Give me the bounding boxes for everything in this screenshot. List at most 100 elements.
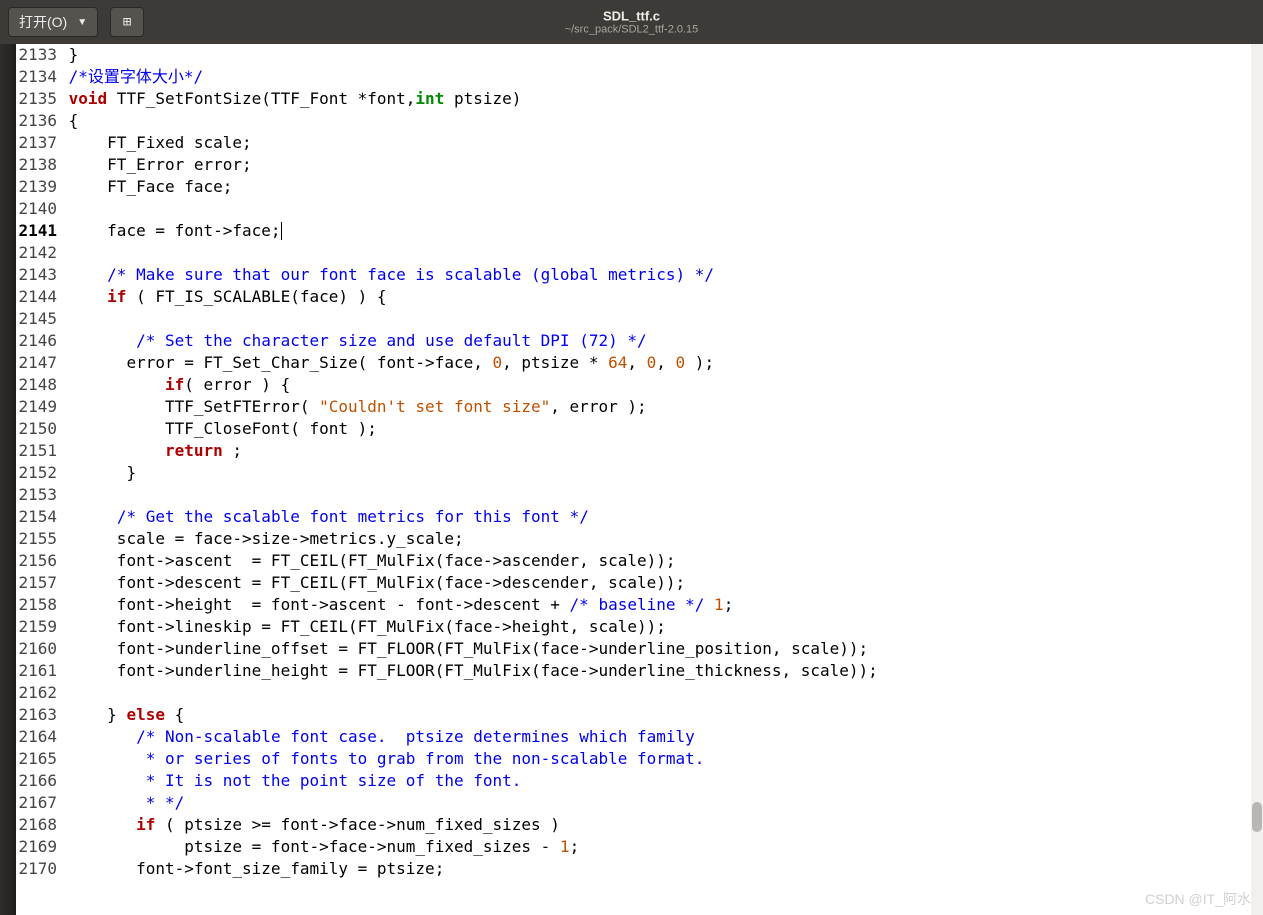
code-line[interactable]: 2161 font->underline_height = FT_FLOOR(F… — [17, 660, 1251, 682]
line-number: 2144 — [17, 286, 59, 308]
code-content: void TTF_SetFontSize(TTF_Font *font,int … — [69, 88, 1251, 110]
code-content: ptsize = font->face->num_fixed_sizes - 1… — [69, 836, 1251, 858]
code-line[interactable]: 2139 FT_Face face; — [17, 176, 1251, 198]
code-line[interactable]: 2154 /* Get the scalable font metrics fo… — [17, 506, 1251, 528]
line-number: 2157 — [17, 572, 59, 594]
code-content: TTF_SetFTError( "Couldn't set font size"… — [69, 396, 1251, 418]
code-content: * It is not the point size of the font. — [69, 770, 1251, 792]
vertical-scrollbar[interactable] — [1251, 44, 1263, 915]
line-number: 2168 — [17, 814, 59, 836]
line-number: 2149 — [17, 396, 59, 418]
line-number: 2152 — [17, 462, 59, 484]
code-line[interactable]: 2133 } — [17, 44, 1251, 66]
open-button[interactable]: 打开(O) ▼ — [8, 7, 98, 37]
code-content: face = font->face; — [69, 220, 1251, 242]
code-line[interactable]: 2141 face = font->face; — [17, 220, 1251, 242]
code-line[interactable]: 2157 font->descent = FT_CEIL(FT_MulFix(f… — [17, 572, 1251, 594]
line-number: 2139 — [17, 176, 59, 198]
code-line[interactable]: 2143 /* Make sure that our font face is … — [17, 264, 1251, 286]
line-number: 2165 — [17, 748, 59, 770]
code-content: } — [69, 462, 1251, 484]
line-number: 2162 — [17, 682, 59, 704]
line-number: 2169 — [17, 836, 59, 858]
code-line[interactable]: 2164 /* Non-scalable font case. ptsize d… — [17, 726, 1251, 748]
code-content: { — [69, 110, 1251, 132]
line-number: 2161 — [17, 660, 59, 682]
code-line[interactable]: 2148 if( error ) { — [17, 374, 1251, 396]
line-number: 2166 — [17, 770, 59, 792]
line-number: 2138 — [17, 154, 59, 176]
code-line[interactable]: 2144 if ( FT_IS_SCALABLE(face) ) { — [17, 286, 1251, 308]
code-line[interactable]: 2168 if ( ptsize >= font->face->num_fixe… — [17, 814, 1251, 836]
code-content: FT_Error error; — [69, 154, 1251, 176]
open-label: 打开(O) — [19, 12, 67, 32]
code-line[interactable]: 2138 FT_Error error; — [17, 154, 1251, 176]
line-number: 2148 — [17, 374, 59, 396]
code-line[interactable]: 2135 void TTF_SetFontSize(TTF_Font *font… — [17, 88, 1251, 110]
code-line[interactable]: 2167 * */ — [17, 792, 1251, 814]
code-line[interactable]: 2163 } else { — [17, 704, 1251, 726]
code-content: font->height = font->ascent - font->desc… — [69, 594, 1251, 616]
code-content: } else { — [69, 704, 1251, 726]
code-line[interactable]: 2166 * It is not the point size of the f… — [17, 770, 1251, 792]
code-line[interactable]: 2137 FT_Fixed scale; — [17, 132, 1251, 154]
code-line[interactable]: 2147 error = FT_Set_Char_Size( font->fac… — [17, 352, 1251, 374]
line-number: 2143 — [17, 264, 59, 286]
line-number: 2146 — [17, 330, 59, 352]
code-line[interactable]: 2152 } — [17, 462, 1251, 484]
code-content: /* Make sure that our font face is scala… — [69, 264, 1251, 286]
watermark: CSDN @IT_阿水 — [1145, 889, 1251, 909]
code-content: error = FT_Set_Char_Size( font->face, 0,… — [69, 352, 1251, 374]
code-content: font->underline_height = FT_FLOOR(FT_Mul… — [69, 660, 1251, 682]
code-line[interactable]: 2149 TTF_SetFTError( "Couldn't set font … — [17, 396, 1251, 418]
code-content: font->lineskip = FT_CEIL(FT_MulFix(face-… — [69, 616, 1251, 638]
code-line[interactable]: 2136 { — [17, 110, 1251, 132]
code-line[interactable]: 2159 font->lineskip = FT_CEIL(FT_MulFix(… — [17, 616, 1251, 638]
line-number: 2155 — [17, 528, 59, 550]
code-line[interactable]: 2140 — [17, 198, 1251, 220]
line-number: 2135 — [17, 88, 59, 110]
line-number: 2136 — [17, 110, 59, 132]
code-line[interactable]: 2145 — [17, 308, 1251, 330]
code-content: * or series of fonts to grab from the no… — [69, 748, 1251, 770]
line-number: 2160 — [17, 638, 59, 660]
code-line[interactable]: 2165 * or series of fonts to grab from t… — [17, 748, 1251, 770]
line-number: 2156 — [17, 550, 59, 572]
filepath-label: ~/src_pack/SDL2_ttf-2.0.15 — [565, 24, 699, 36]
line-number: 2137 — [17, 132, 59, 154]
code-line[interactable]: 2151 return ; — [17, 440, 1251, 462]
code-editor[interactable]: 2133 }2134 /*设置字体大小*/2135 void TTF_SetFo… — [17, 44, 1251, 915]
code-line[interactable]: 2146 /* Set the character size and use d… — [17, 330, 1251, 352]
code-content: /* Get the scalable font metrics for thi… — [69, 506, 1251, 528]
code-line[interactable]: 2170 font->font_size_family = ptsize; — [17, 858, 1251, 880]
line-number: 2134 — [17, 66, 59, 88]
code-content: FT_Face face; — [69, 176, 1251, 198]
line-number: 2167 — [17, 792, 59, 814]
code-content: /* Set the character size and use defaul… — [69, 330, 1251, 352]
code-line[interactable]: 2153 — [17, 484, 1251, 506]
line-number: 2141 — [17, 220, 59, 242]
code-line[interactable]: 2158 font->height = font->ascent - font-… — [17, 594, 1251, 616]
code-line[interactable]: 2150 TTF_CloseFont( font ); — [17, 418, 1251, 440]
line-number: 2140 — [17, 198, 59, 220]
new-tab-button[interactable]: ⊞ — [110, 7, 144, 37]
line-number: 2164 — [17, 726, 59, 748]
code-content: font->underline_offset = FT_FLOOR(FT_Mul… — [69, 638, 1251, 660]
code-line[interactable]: 2169 ptsize = font->face->num_fixed_size… — [17, 836, 1251, 858]
code-line[interactable]: 2162 — [17, 682, 1251, 704]
line-number: 2142 — [17, 242, 59, 264]
code-content: if ( ptsize >= font->face->num_fixed_siz… — [69, 814, 1251, 836]
code-line[interactable]: 2134 /*设置字体大小*/ — [17, 66, 1251, 88]
code-line[interactable]: 2160 font->underline_offset = FT_FLOOR(F… — [17, 638, 1251, 660]
line-number: 2145 — [17, 308, 59, 330]
activity-bar[interactable] — [0, 44, 16, 915]
code-content: } — [69, 44, 1251, 66]
code-line[interactable]: 2155 scale = face->size->metrics.y_scale… — [17, 528, 1251, 550]
scroll-thumb[interactable] — [1252, 802, 1262, 832]
code-line[interactable]: 2156 font->ascent = FT_CEIL(FT_MulFix(fa… — [17, 550, 1251, 572]
code-content: * */ — [69, 792, 1251, 814]
code-line[interactable]: 2142 — [17, 242, 1251, 264]
code-content: font->ascent = FT_CEIL(FT_MulFix(face->a… — [69, 550, 1251, 572]
line-number: 2154 — [17, 506, 59, 528]
chevron-down-icon: ▼ — [77, 17, 87, 28]
